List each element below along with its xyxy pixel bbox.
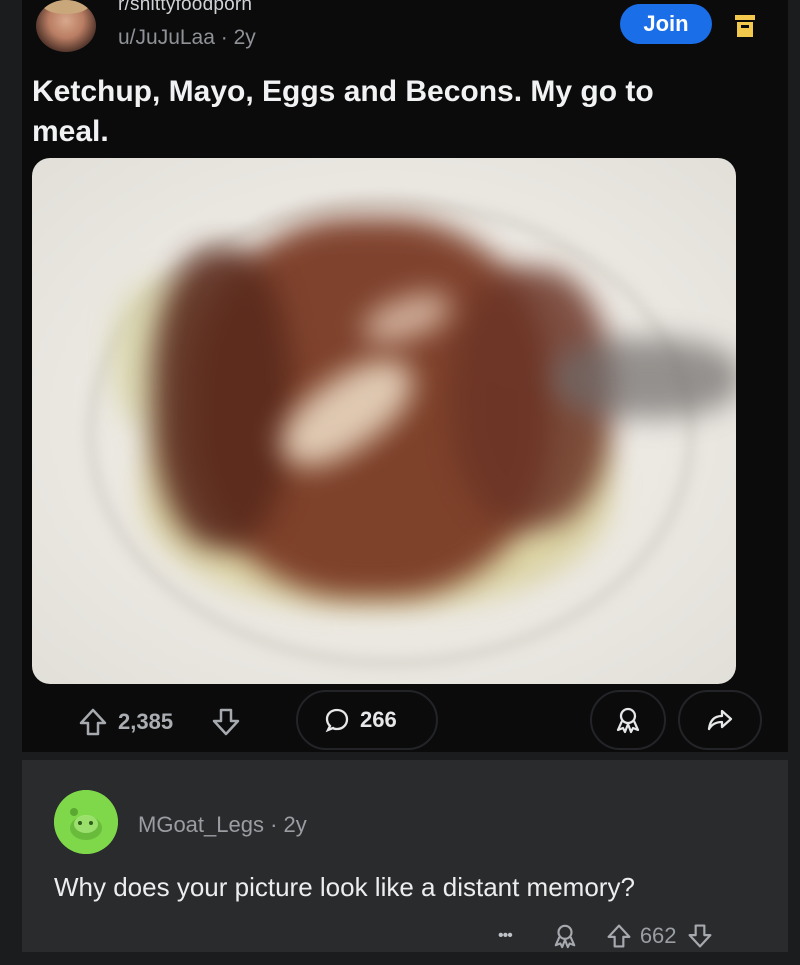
comment-count: 266 bbox=[360, 707, 397, 732]
post-age: 2y bbox=[233, 26, 256, 49]
save-icon[interactable] bbox=[734, 14, 756, 37]
speech-bubble-icon bbox=[325, 708, 349, 733]
snoo-icon bbox=[54, 790, 118, 854]
subreddit-name[interactable]: r/shittyfoodporn bbox=[118, 0, 252, 16]
post-image[interactable] bbox=[32, 158, 736, 684]
comment-upvote-count: 662 bbox=[639, 923, 677, 948]
post-title[interactable]: Ketchup, Mayo, Eggs and Becons. My go to… bbox=[32, 72, 692, 152]
award-icon[interactable] bbox=[552, 923, 578, 949]
share-icon bbox=[707, 709, 733, 731]
upvote-group: 2,385 bbox=[78, 704, 241, 740]
comments-button[interactable]: 266 bbox=[296, 690, 438, 750]
comment-age: 2y bbox=[283, 812, 307, 837]
separator-dot: · bbox=[270, 812, 284, 837]
separator-dot: · bbox=[220, 26, 234, 49]
upvote-count: 2,385 bbox=[118, 709, 174, 734]
comment-footer: ••• 662 bbox=[498, 918, 713, 954]
award-button[interactable] bbox=[590, 690, 666, 750]
share-button[interactable] bbox=[678, 690, 762, 750]
award-icon bbox=[616, 707, 640, 734]
comment-author-line: MGoat_Legs · 2y bbox=[138, 812, 307, 838]
commenter-avatar[interactable] bbox=[54, 790, 118, 854]
comment-text: Why does your picture look like a distan… bbox=[54, 872, 635, 902]
arrow-down-icon[interactable] bbox=[211, 707, 241, 737]
more-options-icon[interactable]: ••• bbox=[498, 927, 513, 945]
bacon-strip-left bbox=[152, 248, 292, 548]
join-button[interactable]: Join bbox=[620, 4, 712, 44]
subreddit-avatar[interactable] bbox=[36, 0, 96, 52]
post-author[interactable]: u/JuJuLaa bbox=[118, 26, 215, 49]
fork-shadow bbox=[552, 338, 736, 418]
arrow-up-icon[interactable] bbox=[606, 923, 632, 949]
avatar-hair bbox=[42, 0, 90, 14]
arrow-down-icon[interactable] bbox=[687, 923, 713, 949]
arrow-up-icon[interactable] bbox=[78, 707, 108, 737]
post-author-line: u/JuJuLaa · 2y bbox=[118, 26, 256, 50]
comment-author[interactable]: MGoat_Legs bbox=[138, 812, 264, 837]
